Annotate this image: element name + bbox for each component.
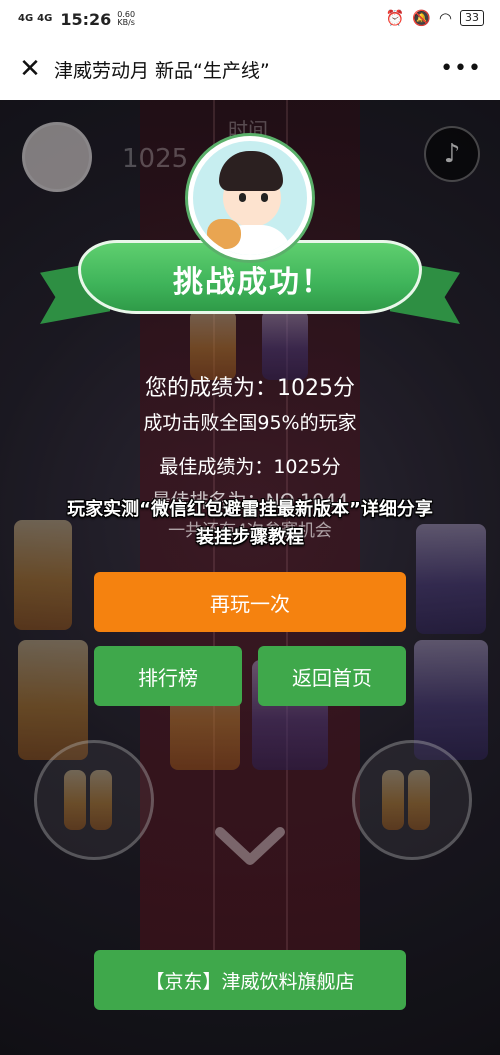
- beat-text: 成功击败全国95%的玩家: [143, 412, 357, 434]
- home-button[interactable]: 返回首页: [258, 646, 406, 706]
- best-score-text: 最佳成绩为：1025分: [159, 456, 341, 478]
- game-area: 时间 1025 ♪ 挑战成功！ 您的成绩为：1025分 成功击败全国95%的玩家…: [0, 100, 500, 1055]
- page-title: 津威劳动月 新品“生产线”: [54, 59, 270, 82]
- status-bar: 4G 4G 15:26 0.60 KB/s ⏰ 🔕 ◠ 33: [0, 0, 500, 38]
- status-time: 15:26: [60, 9, 112, 29]
- signal-icon: 4G: [18, 13, 34, 24]
- network-speed: 0.60 KB/s: [117, 10, 136, 27]
- title-bar: ✕ 津威劳动月 新品“生产线” •••: [0, 38, 500, 100]
- alarm-icon: ⏰: [385, 9, 405, 27]
- chevron-down-icon: [215, 827, 285, 865]
- dog-icon: [207, 219, 241, 249]
- close-icon[interactable]: ✕: [8, 47, 52, 91]
- overlay-caption: 玩家实测“微信红包避雷挂最新版本”详细分享装挂步骤教程: [67, 499, 433, 548]
- mute-icon: 🔕: [412, 9, 431, 27]
- score-text: 您的成绩为：1025分: [145, 376, 355, 401]
- battery-icon: 33: [460, 10, 484, 26]
- more-icon[interactable]: •••: [440, 56, 482, 81]
- leaderboard-button[interactable]: 排行榜: [94, 646, 242, 706]
- background-score: 1025: [122, 144, 189, 174]
- status-icons: ⏰ 🔕 ◠ 33: [386, 9, 484, 27]
- replay-button[interactable]: 再玩一次: [94, 572, 406, 632]
- player-avatar: [188, 136, 312, 260]
- signal-icon: 4G: [37, 13, 53, 24]
- music-icon[interactable]: ♪: [424, 126, 480, 182]
- wifi-icon: ◠: [438, 9, 452, 27]
- player-avatar-background: [22, 122, 92, 192]
- shop-button[interactable]: 【京东】津威饮料旗舰店: [94, 950, 406, 1010]
- banner-text: 挑战成功！: [173, 265, 333, 300]
